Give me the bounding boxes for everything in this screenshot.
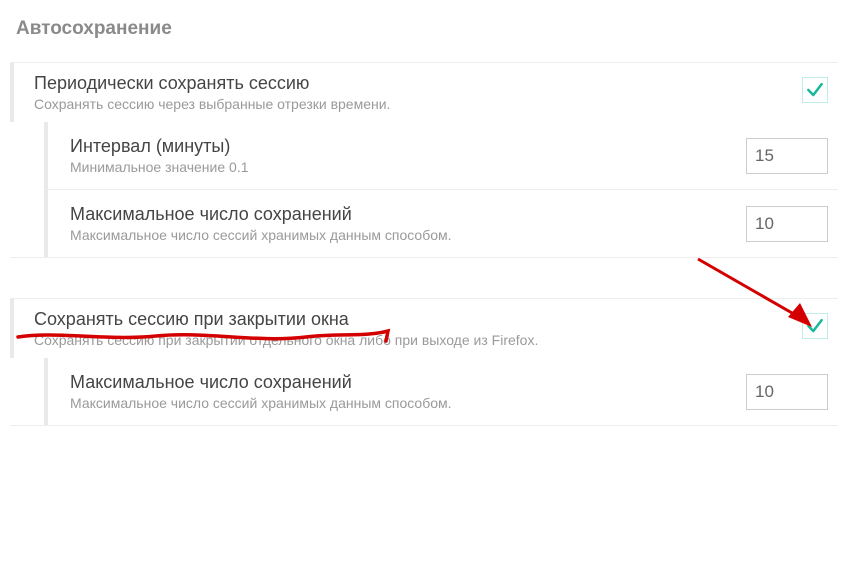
onclose-save-desc: Сохранять сессию при закрытии отдельного… [34,332,794,348]
periodic-maxsaves-desc: Максимальное число сессий хранимых данны… [70,227,736,243]
onclose-save-title: Сохранять сессию при закрытии окна [34,309,794,330]
onclose-save-header: Сохранять сессию при закрытии окна Сохра… [10,299,838,358]
periodic-save-labels: Периодически сохранять сессию Сохранять … [34,73,794,112]
periodic-maxsaves-input[interactable] [746,206,828,242]
interval-labels: Интервал (минуты) Минимальное значение 0… [70,136,736,175]
interval-title: Интервал (минуты) [70,136,736,157]
onclose-maxsaves-block: Максимальное число сохранений Максимальн… [44,358,838,425]
interval-block: Интервал (минуты) Минимальное значение 0… [44,122,838,190]
periodic-save-title: Периодически сохранять сессию [34,73,794,94]
onclose-save-checkbox[interactable] [802,313,828,339]
periodic-save-checkbox[interactable] [802,77,828,103]
onclose-maxsaves-labels: Максимальное число сохранений Максимальн… [70,372,736,411]
onclose-maxsaves-input[interactable] [746,374,828,410]
interval-desc: Минимальное значение 0.1 [70,159,736,175]
settings-page: Автосохранение Периодически сохранять се… [0,0,848,476]
interval-input[interactable] [746,138,828,174]
onclose-maxsaves-desc: Максимальное число сессий хранимых данны… [70,395,736,411]
periodic-save-group: Периодически сохранять сессию Сохранять … [10,62,838,258]
periodic-maxsaves-labels: Максимальное число сохранений Максимальн… [70,204,736,243]
check-icon [805,80,825,100]
periodic-save-header: Периодически сохранять сессию Сохранять … [10,63,838,122]
periodic-save-desc: Сохранять сессию через выбранные отрезки… [34,96,794,112]
onclose-save-labels: Сохранять сессию при закрытии окна Сохра… [34,309,794,348]
check-icon [805,316,825,336]
periodic-maxsaves-title: Максимальное число сохранений [70,204,736,225]
section-title: Автосохранение [16,18,838,40]
periodic-maxsaves-block: Максимальное число сохранений Максимальн… [44,190,838,257]
onclose-maxsaves-title: Максимальное число сохранений [70,372,736,393]
onclose-save-group: Сохранять сессию при закрытии окна Сохра… [10,298,838,426]
